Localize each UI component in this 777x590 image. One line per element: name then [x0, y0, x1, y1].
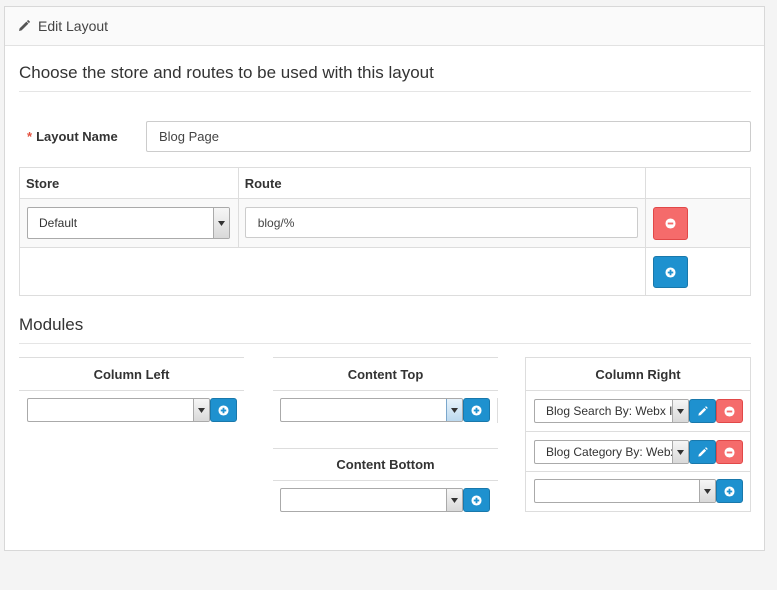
edit-layout-panel: Edit Layout Choose the store and routes … [4, 6, 765, 551]
column-right-module-2-value: Blog Category By: Webx IT [546, 445, 689, 459]
action-header [645, 167, 751, 199]
panel-title: Edit Layout [38, 18, 109, 34]
add-content-bottom-button[interactable] [463, 488, 490, 512]
table-row: Default blog/% [19, 198, 751, 248]
add-content-top-button[interactable] [463, 398, 490, 422]
divider [525, 357, 751, 358]
add-route-button[interactable] [653, 256, 689, 288]
remove-module-1-button[interactable] [716, 399, 743, 423]
pencil-icon [698, 446, 708, 457]
modules-section-title: Modules [19, 315, 751, 344]
chevron-down-icon[interactable] [672, 400, 688, 422]
plus-circle-icon [471, 494, 482, 506]
content-top-title: Content Top [347, 367, 424, 382]
column-right-select[interactable] [534, 479, 716, 503]
remove-module-2-button[interactable] [716, 440, 743, 464]
column-right-title: Column Right [595, 367, 681, 382]
pencil-icon [698, 405, 708, 416]
edit-module-1-button[interactable] [689, 399, 716, 423]
remove-route-button[interactable] [653, 207, 689, 240]
column-left-title: Column Left [93, 367, 170, 382]
column-right-module-1-value: Blog Search By: Webx IT [546, 404, 680, 418]
divider [525, 431, 751, 432]
column-right-module-1-select[interactable]: Blog Search By: Webx IT [534, 399, 689, 423]
chevron-down-icon[interactable] [446, 489, 462, 511]
chevron-down-icon[interactable] [446, 399, 462, 421]
route-header: Route [244, 175, 282, 191]
chevron-down-icon[interactable] [699, 480, 715, 502]
divider [273, 390, 498, 391]
routes-table: Store Route Default blog/% [18, 167, 751, 296]
chevron-down-icon[interactable] [193, 399, 209, 421]
chevron-down-icon[interactable] [213, 208, 229, 238]
add-column-left-button[interactable] [210, 398, 237, 422]
divider [273, 448, 498, 449]
divider [525, 511, 751, 512]
divider [497, 398, 498, 423]
edit-module-2-button[interactable] [689, 440, 716, 464]
content-bottom-title: Content Bottom [336, 457, 435, 472]
plus-circle-icon [218, 404, 229, 416]
plus-circle-icon [665, 266, 676, 278]
divider [525, 390, 751, 391]
content-top-select[interactable] [280, 398, 463, 422]
required-mark: * [27, 129, 33, 144]
layout-name-label-text: Layout Name [36, 129, 118, 144]
column-left-select[interactable] [27, 398, 210, 422]
routes-table-header: Store Route [19, 167, 751, 199]
routes-section-title: Choose the store and routes to be used w… [19, 63, 751, 92]
chevron-down-icon[interactable] [672, 441, 688, 463]
divider [19, 357, 244, 358]
content-bottom-select[interactable] [280, 488, 463, 512]
column-right-module-2-select[interactable]: Blog Category By: Webx IT [534, 440, 689, 464]
divider [273, 480, 498, 481]
route-value: blog/% [257, 215, 295, 230]
route-input[interactable]: blog/% [244, 207, 638, 238]
plus-circle-icon [471, 404, 482, 416]
add-column-right-button[interactable] [716, 479, 743, 503]
minus-circle-icon [665, 218, 676, 229]
minus-circle-icon [724, 405, 735, 417]
divider [273, 357, 498, 358]
table-footer-row [18, 247, 751, 296]
store-select[interactable]: Default [27, 207, 230, 239]
divider [19, 390, 244, 391]
panel-heading: Edit Layout [5, 7, 764, 46]
layout-name-input[interactable]: Blog Page [146, 121, 751, 152]
store-header: Store [26, 175, 60, 191]
layout-name-label: * Layout Name [27, 129, 118, 144]
pencil-icon [19, 20, 30, 31]
divider [525, 471, 751, 472]
plus-circle-icon [724, 485, 735, 497]
minus-circle-icon [724, 446, 735, 458]
layout-name-value: Blog Page [159, 129, 219, 144]
store-select-value: Default [39, 216, 78, 230]
